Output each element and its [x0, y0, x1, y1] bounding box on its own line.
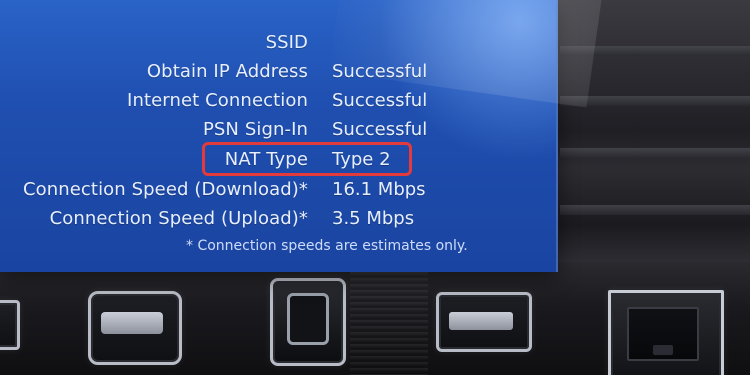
- obtain-ip-value: Successful: [332, 61, 428, 82]
- psn-sign-in-row: PSN Sign-In Successful: [0, 115, 556, 145]
- obtain-ip-label: Obtain IP Address: [146, 61, 308, 82]
- ethernet-latch: [653, 345, 673, 355]
- download-speed-row: Connection Speed (Download)* 16.1 Mbps: [0, 175, 556, 205]
- usb-port-tongue: [101, 312, 163, 334]
- speed-estimate-note: * Connection speeds are estimates only.: [186, 238, 468, 254]
- download-speed-value: 16.1 Mbps: [332, 179, 426, 200]
- obtain-ip-row: Obtain IP Address Successful: [0, 57, 556, 87]
- internet-connection-row: Internet Connection Successful: [0, 86, 556, 116]
- regulatory-fine-print: [350, 272, 428, 375]
- ethernet-port-icon: [608, 290, 724, 375]
- psn-sign-in-label: PSN Sign-In: [202, 119, 308, 140]
- optical-port-inner: [287, 293, 329, 345]
- partial-port-left: [0, 300, 20, 350]
- internet-connection-value: Successful: [332, 90, 428, 111]
- ssid-row: SSID: [0, 28, 556, 58]
- console-rail: [560, 96, 750, 106]
- console-rail: [560, 148, 750, 158]
- screenshot-stage: SSID Obtain IP Address Successful Intern…: [0, 0, 750, 375]
- usb-port-icon: [436, 292, 532, 352]
- upload-speed-value: 3.5 Mbps: [332, 208, 415, 229]
- internet-connection-label: Internet Connection: [127, 90, 308, 111]
- console-rail: [560, 205, 750, 215]
- upload-speed-label: Connection Speed (Upload)*: [49, 208, 308, 229]
- ssid-label: SSID: [265, 32, 308, 53]
- optical-audio-port-icon: [270, 278, 346, 366]
- psn-sign-in-value: Successful: [332, 119, 428, 140]
- usb-port-icon: [88, 291, 182, 365]
- download-speed-label: Connection Speed (Download)*: [22, 179, 308, 200]
- upload-speed-row: Connection Speed (Upload)* 3.5 Mbps: [0, 204, 556, 234]
- network-test-results-panel: SSID Obtain IP Address Successful Intern…: [0, 0, 558, 272]
- nat-type-highlight-box: [202, 142, 412, 176]
- usb-port-tongue: [449, 312, 513, 330]
